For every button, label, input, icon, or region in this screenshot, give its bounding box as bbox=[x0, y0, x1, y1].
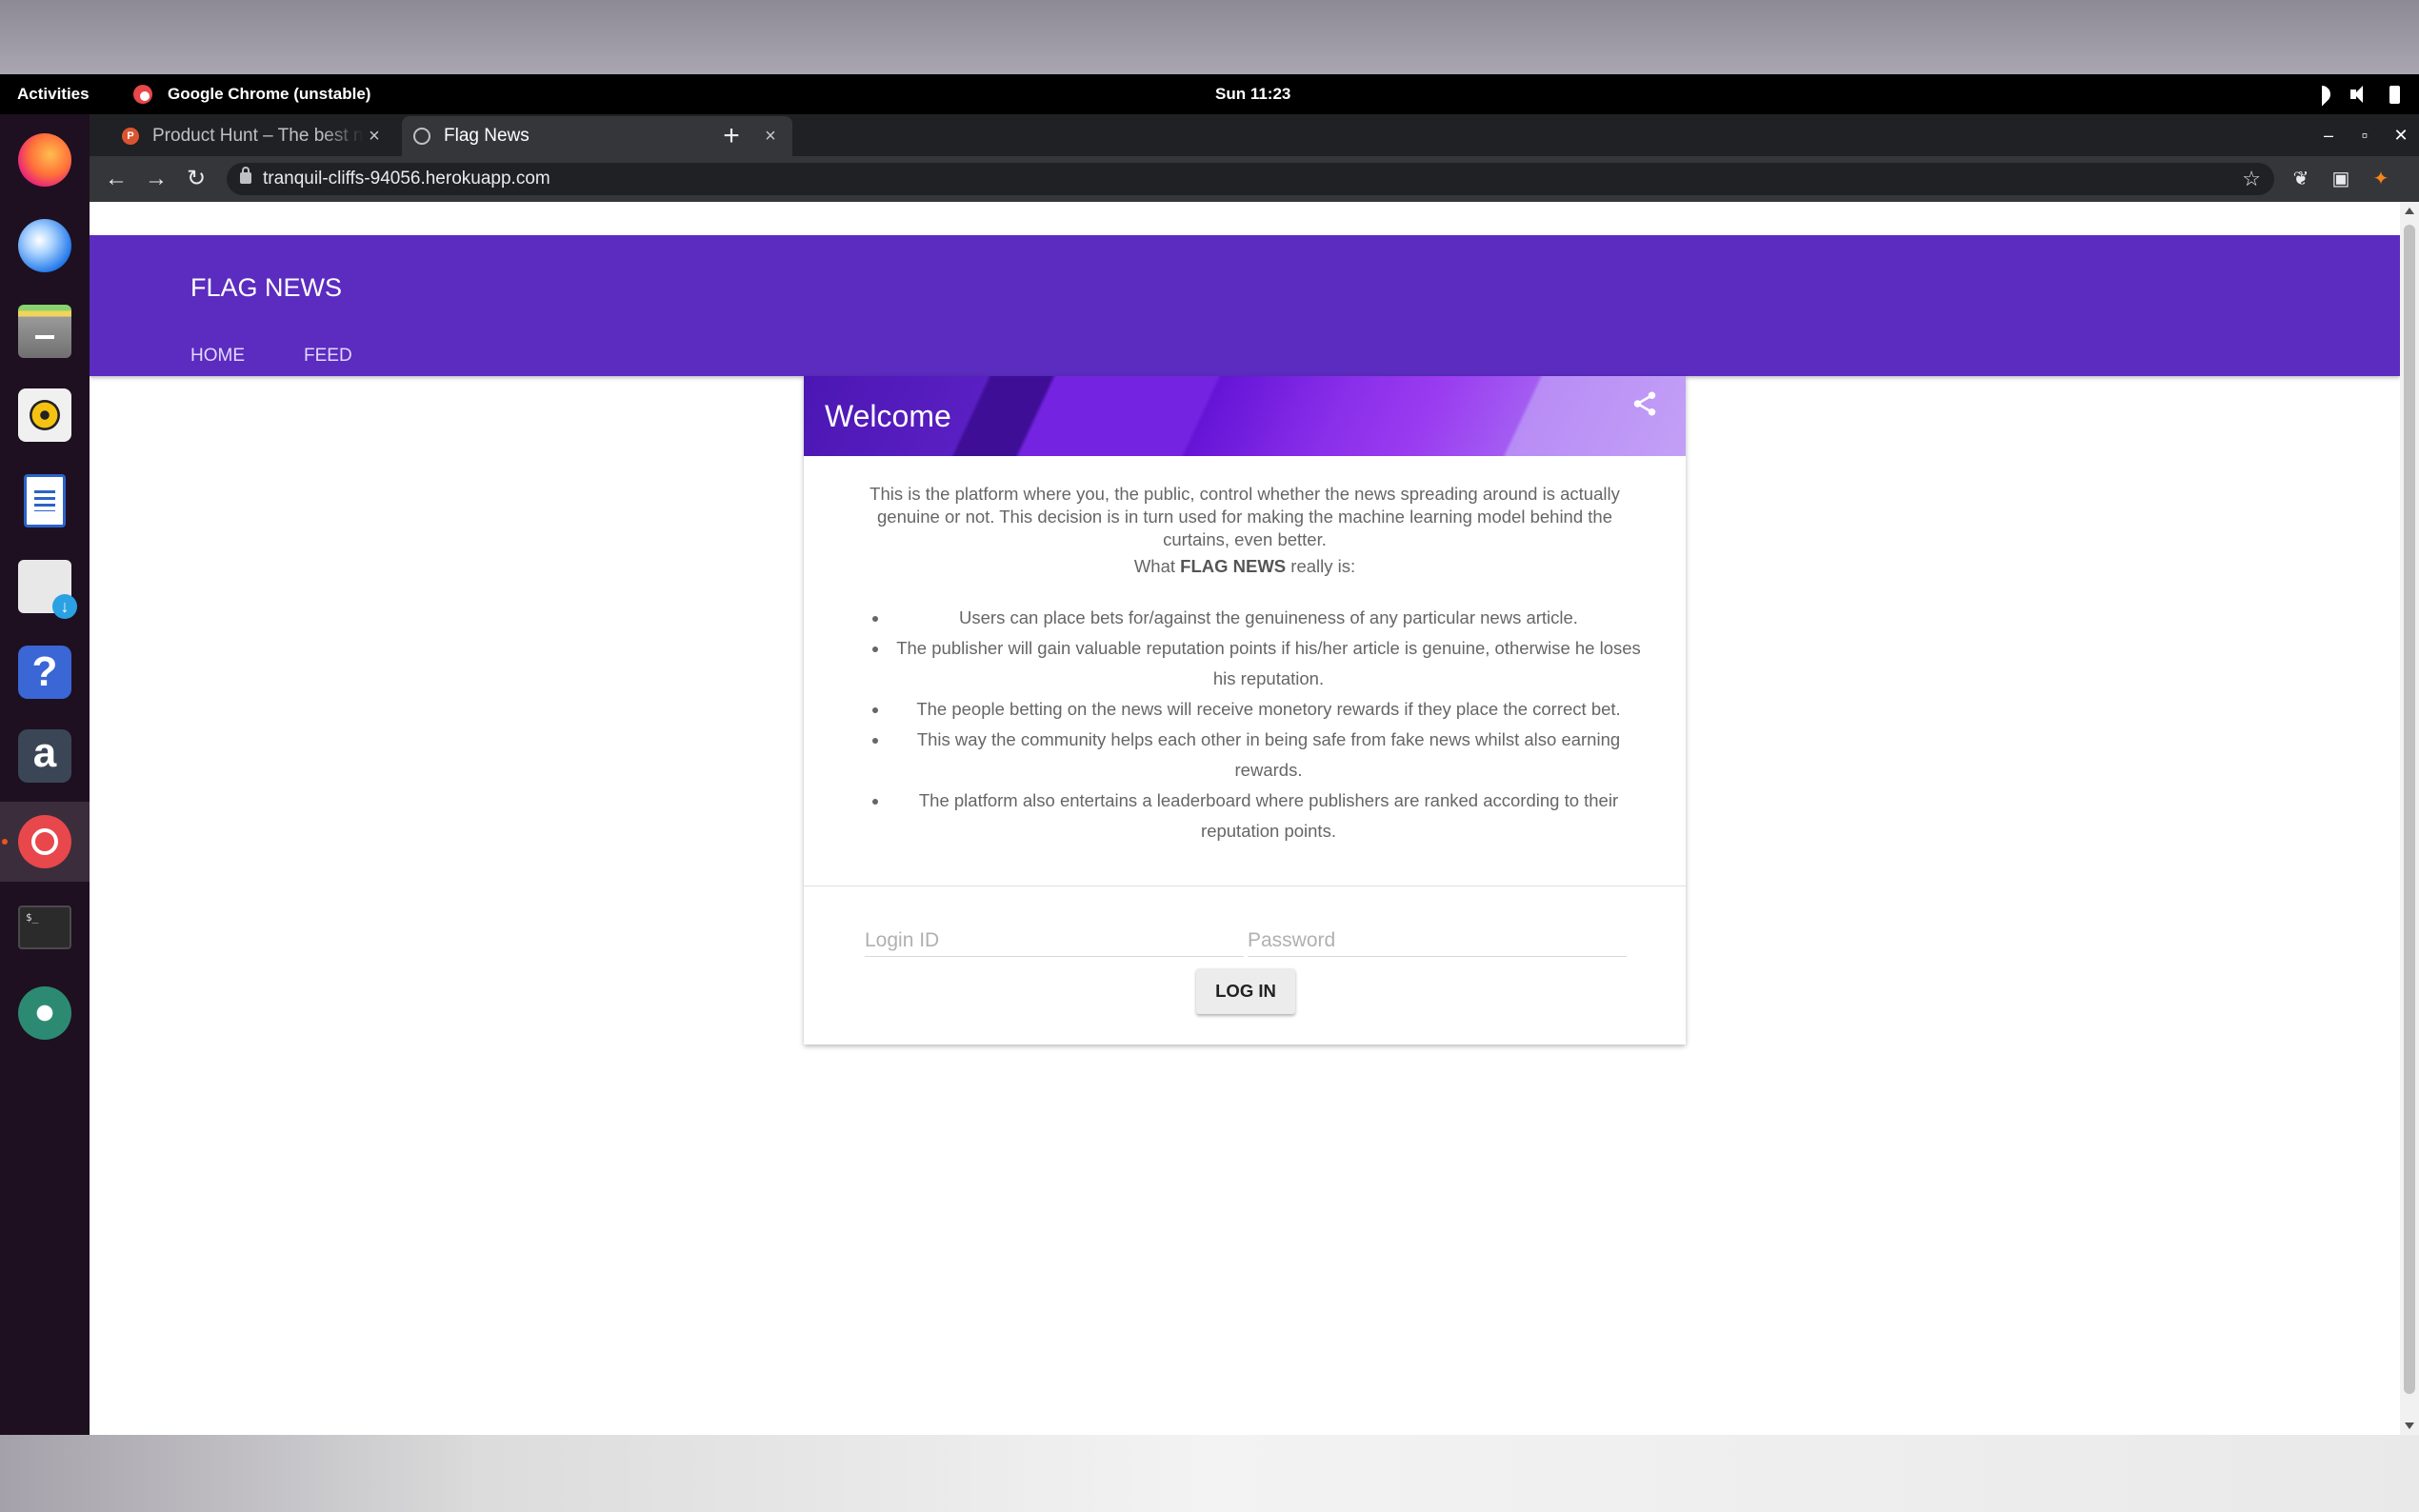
files-icon bbox=[18, 305, 71, 358]
dock-software[interactable] bbox=[0, 547, 90, 627]
reload-icon[interactable]: ↻ bbox=[181, 164, 211, 194]
what-suffix: really is: bbox=[1290, 556, 1356, 576]
list-item: The people betting on the news will rece… bbox=[890, 694, 1648, 725]
dock-settings[interactable] bbox=[0, 973, 90, 1053]
chrome-icon bbox=[133, 85, 152, 104]
divider bbox=[804, 885, 1686, 886]
scrollbar-thumb[interactable] bbox=[2404, 225, 2415, 1394]
site-header: FLAG NEWS HOME FEED bbox=[90, 235, 2400, 376]
firefox-icon bbox=[18, 133, 71, 187]
list-item: The platform also entertains a leaderboa… bbox=[890, 786, 1648, 846]
dock-firefox[interactable] bbox=[0, 120, 90, 200]
chrome-icon bbox=[18, 815, 71, 868]
password-input[interactable] bbox=[1248, 913, 1627, 957]
bookmark-star-icon[interactable]: ☆ bbox=[2242, 163, 2261, 195]
what-prefix: What bbox=[1133, 556, 1176, 576]
scroll-up-icon[interactable] bbox=[2405, 208, 2414, 214]
volume-icon bbox=[2349, 84, 2368, 105]
login-id-input[interactable] bbox=[865, 913, 1244, 957]
extension-icon[interactable]: ❦ bbox=[2288, 166, 2314, 192]
tab-close-icon[interactable]: × bbox=[364, 126, 385, 148]
card-body: This is the platform where you, the publ… bbox=[804, 456, 1686, 846]
system-tray[interactable] bbox=[2312, 84, 2404, 105]
dock-writer[interactable] bbox=[0, 461, 90, 541]
amazon-icon: a bbox=[18, 729, 71, 783]
rhythmbox-icon bbox=[18, 388, 71, 442]
thunderbird-icon bbox=[18, 219, 71, 272]
cast-icon[interactable]: ▣ bbox=[2328, 166, 2354, 192]
dock: ? a bbox=[0, 114, 90, 1512]
settings-icon bbox=[18, 986, 71, 1040]
tab-product-hunt[interactable]: P Product Hunt – The best new products i… bbox=[110, 116, 396, 156]
forward-icon[interactable]: → bbox=[141, 164, 171, 194]
page-viewport: FLAG NEWS HOME FEED Welcome This is the … bbox=[90, 202, 2419, 1435]
tab-strip: P Product Hunt – The best new products i… bbox=[90, 114, 2419, 156]
url-text: tranquil-cliffs-94056.herokuapp.com bbox=[263, 169, 550, 189]
share-icon[interactable] bbox=[1630, 389, 1659, 418]
lock-icon bbox=[240, 167, 251, 184]
address-bar[interactable]: tranquil-cliffs-94056.herokuapp.com ☆ bbox=[227, 163, 2274, 195]
desktop-wallpaper-bottom bbox=[0, 1435, 2419, 1512]
nav-feed[interactable]: FEED bbox=[304, 346, 352, 367]
dock-rhythmbox[interactable] bbox=[0, 375, 90, 455]
desktop-wallpaper-top bbox=[0, 0, 2419, 74]
battery-icon bbox=[2385, 84, 2404, 105]
list-item: This way the community helps each other … bbox=[890, 725, 1648, 786]
tab-title: Product Hunt – The best new products in … bbox=[152, 126, 364, 146]
intro-text: This is the platform where you, the publ… bbox=[870, 484, 1620, 549]
system-top-bar: Activities Google Chrome (unstable) Sun … bbox=[0, 74, 2419, 114]
card-title: Welcome bbox=[825, 399, 951, 433]
activities-button[interactable]: Activities bbox=[17, 85, 90, 104]
profile-icon[interactable]: ◉ bbox=[2413, 166, 2419, 192]
close-window-icon[interactable]: ✕ bbox=[2383, 118, 2419, 152]
feature-list: Users can place bets for/against the gen… bbox=[842, 603, 1648, 846]
card-header: Welcome bbox=[804, 376, 1686, 456]
minimize-icon[interactable]: – bbox=[2310, 118, 2347, 152]
terminal-icon bbox=[18, 905, 71, 949]
app-menu[interactable]: Google Chrome (unstable) bbox=[133, 85, 370, 104]
maximize-icon[interactable]: ▫ bbox=[2347, 118, 2383, 152]
dock-help[interactable]: ? bbox=[0, 632, 90, 712]
what-heading: What FLAG NEWS really is: bbox=[842, 555, 1648, 578]
product-hunt-favicon-icon: P bbox=[122, 128, 139, 145]
back-icon[interactable]: ← bbox=[101, 164, 131, 194]
running-indicator bbox=[2, 839, 8, 845]
app-menu-label: Google Chrome (unstable) bbox=[168, 85, 371, 103]
software-icon bbox=[18, 560, 77, 619]
window-controls: – ▫ ✕ bbox=[2310, 118, 2419, 152]
help-icon: ? bbox=[18, 646, 71, 699]
new-tab-button[interactable]: + bbox=[714, 120, 749, 154]
page-scrollbar[interactable] bbox=[2400, 202, 2419, 1435]
clock[interactable]: Sun 11:23 bbox=[1215, 85, 1290, 104]
login-button[interactable]: LOG IN bbox=[1196, 968, 1295, 1014]
dock-chrome[interactable] bbox=[0, 802, 90, 882]
writer-icon bbox=[24, 474, 66, 527]
tab-title: Flag News bbox=[444, 126, 530, 146]
scroll-down-icon[interactable] bbox=[2405, 1422, 2414, 1429]
list-item: Users can place bets for/against the gen… bbox=[890, 603, 1648, 633]
dock-amazon[interactable]: a bbox=[0, 716, 90, 796]
list-item: The publisher will gain valuable reputat… bbox=[890, 633, 1648, 694]
dock-files[interactable] bbox=[0, 291, 90, 371]
nav-home[interactable]: HOME bbox=[190, 346, 245, 367]
wifi-icon bbox=[2312, 84, 2331, 105]
browser-toolbar: ← → ↻ tranquil-cliffs-94056.herokuapp.co… bbox=[90, 156, 2419, 202]
welcome-card: Welcome This is the platform where you, … bbox=[804, 376, 1686, 1044]
globe-favicon-icon bbox=[413, 128, 430, 145]
tab-close-icon[interactable]: × bbox=[760, 126, 781, 148]
dock-thunderbird[interactable] bbox=[0, 206, 90, 286]
site-brand[interactable]: FLAG NEWS bbox=[190, 273, 342, 303]
dock-terminal[interactable] bbox=[0, 887, 90, 967]
metamask-icon[interactable]: ✦ bbox=[2368, 166, 2394, 192]
what-brand: FLAG NEWS bbox=[1180, 556, 1287, 576]
